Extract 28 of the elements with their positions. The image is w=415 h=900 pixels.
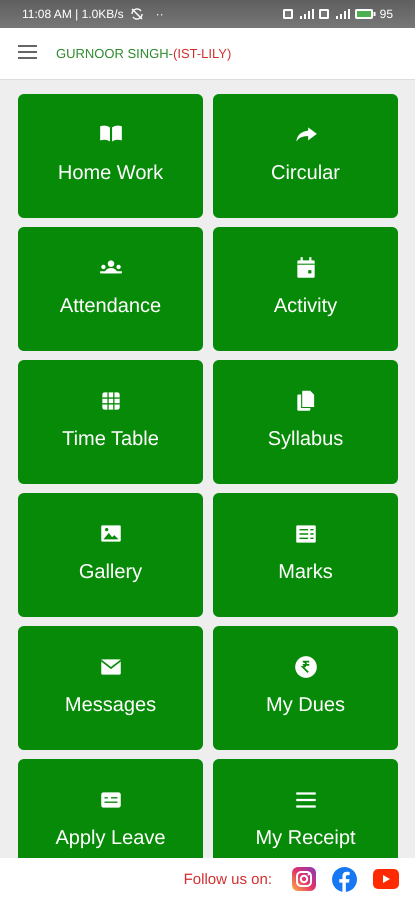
status-time: 11:08 AM | 1.0KB/s	[22, 7, 124, 21]
menu-tile[interactable]: Messages	[18, 626, 203, 750]
menu-button[interactable]	[18, 45, 37, 62]
menu-tile[interactable]: Home Work	[18, 94, 203, 218]
sim-icon	[318, 8, 330, 20]
follow-label: Follow us on:	[184, 870, 272, 888]
battery-level: 95	[380, 7, 393, 21]
signal-icon	[298, 8, 314, 20]
menu-tile[interactable]: Time Table	[18, 360, 203, 484]
menu-tile[interactable]: Apply Leave	[18, 759, 203, 858]
sync-off-icon	[130, 7, 144, 21]
facebook-link[interactable]	[332, 866, 357, 892]
youtube-link[interactable]	[373, 869, 399, 889]
menu-tile[interactable]: Activity	[213, 227, 398, 351]
signal-icon	[334, 8, 350, 20]
menu-tile[interactable]: My Dues	[213, 626, 398, 750]
battery-icon	[354, 8, 376, 20]
menu-tile[interactable]: Gallery	[18, 493, 203, 617]
menu-tile[interactable]: My Receipt	[213, 759, 398, 858]
menu-tile[interactable]: Attendance	[18, 227, 203, 351]
menu-tile[interactable]: Syllabus	[213, 360, 398, 484]
more-indicator: ··	[156, 7, 164, 21]
sim-icon	[282, 8, 294, 20]
instagram-link[interactable]	[292, 867, 316, 891]
menu-tile[interactable]: Circular	[213, 94, 398, 218]
menu-tile[interactable]: Marks	[213, 493, 398, 617]
rupee-coin-icon	[292, 654, 318, 680]
student-title: GURNOOR SINGH-(IST-LILY)	[56, 46, 232, 61]
